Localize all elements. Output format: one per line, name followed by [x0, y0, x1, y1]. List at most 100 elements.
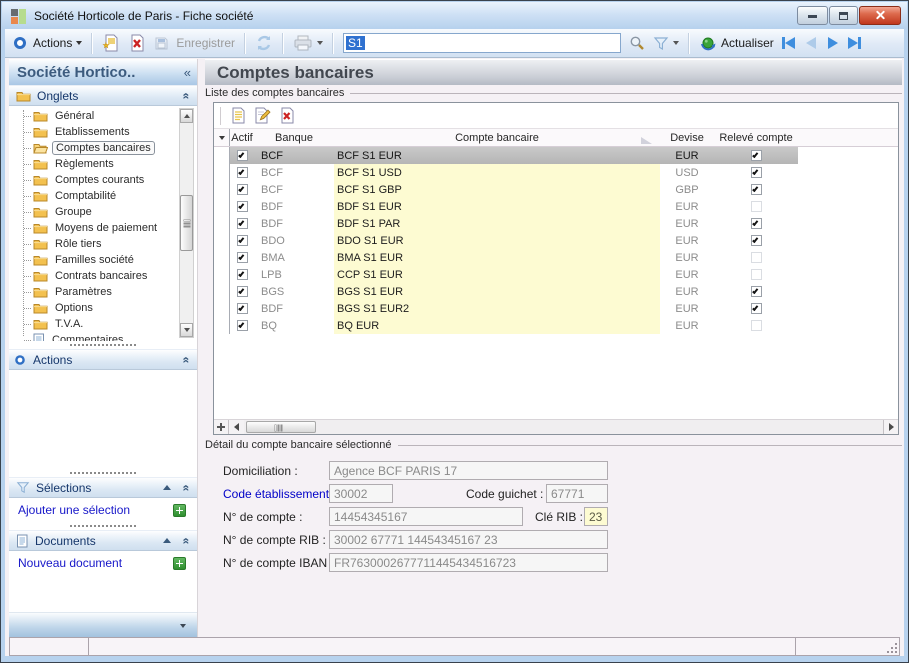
save-button[interactable]: Enregistrer: [150, 32, 239, 54]
grid-edit-button[interactable]: [254, 107, 271, 124]
scroll-up-button[interactable]: [180, 109, 193, 123]
table-row[interactable]: BQBQ EUREUR: [214, 317, 898, 334]
table-row[interactable]: BDFBDF S1 PAREUR: [214, 215, 898, 232]
grid-new-button[interactable]: [230, 107, 246, 124]
scroll-thumb[interactable]: [180, 195, 193, 251]
domiciliation-field[interactable]: Agence BCF PARIS 17: [329, 461, 608, 480]
sidebar-item-commentaires[interactable]: Commentaires: [24, 332, 197, 341]
releve-checkbox[interactable]: [751, 218, 762, 229]
column-header-actif[interactable]: Actif: [230, 132, 254, 144]
row-indicator-header[interactable]: [214, 129, 230, 146]
releve-checkbox[interactable]: [751, 320, 762, 331]
close-button[interactable]: [859, 6, 901, 25]
sidebar-item-t-v-a-[interactable]: T.V.A.: [24, 316, 197, 332]
sidebar-footer-bar[interactable]: [9, 612, 197, 638]
panel-header-documents[interactable]: Documents «: [9, 530, 197, 551]
scroll-right-button[interactable]: [883, 420, 898, 434]
column-header-releve[interactable]: Relevé compte: [714, 132, 798, 144]
splitter-handle[interactable]: [9, 341, 197, 349]
sidebar-item-etablissements[interactable]: Etablissements: [24, 124, 197, 140]
grid-delete-button[interactable]: [279, 107, 295, 124]
sidebar-collapse-button[interactable]: «: [184, 65, 191, 80]
actualiser-button[interactable]: Actualiser: [695, 32, 778, 54]
rib-field[interactable]: 30002 67771 14454345167 23: [329, 530, 608, 549]
actif-checkbox[interactable]: [237, 252, 248, 263]
panel-header-actions[interactable]: Actions «: [9, 349, 197, 370]
table-row[interactable]: BDFBGS S1 EUR2EUR: [214, 300, 898, 317]
last-record-button[interactable]: [844, 33, 866, 53]
table-row[interactable]: BGSBGS S1 EUREUR: [214, 283, 898, 300]
sidebar-item-r-le-tiers[interactable]: Rôle tiers: [24, 236, 197, 252]
actif-checkbox[interactable]: [237, 320, 248, 331]
add-selection-plus-button[interactable]: [173, 504, 186, 517]
cle-rib-field[interactable]: 23: [584, 507, 608, 526]
splitter-handle[interactable]: [9, 522, 197, 530]
scroll-down-button[interactable]: [180, 323, 193, 337]
sidebar-item-contrats-bancaires[interactable]: Contrats bancaires: [24, 268, 197, 284]
releve-checkbox[interactable]: [751, 286, 762, 297]
releve-checkbox[interactable]: [751, 269, 762, 280]
new-document-plus-button[interactable]: [173, 557, 186, 570]
resize-grip[interactable]: [887, 643, 897, 653]
releve-checkbox[interactable]: [751, 184, 762, 195]
releve-checkbox[interactable]: [751, 303, 762, 314]
filter-button[interactable]: [649, 34, 683, 53]
horizontal-scrollbar[interactable]: [214, 419, 898, 434]
print-button[interactable]: [289, 32, 327, 54]
tree-scrollbar[interactable]: [179, 108, 194, 338]
table-row[interactable]: BCFBCF S1 GBPGBP: [214, 181, 898, 198]
table-row[interactable]: BCFBCF S1 USDUSD: [214, 164, 898, 181]
releve-checkbox[interactable]: [751, 150, 762, 161]
first-record-button[interactable]: [778, 33, 800, 53]
actif-checkbox[interactable]: [237, 235, 248, 246]
actif-checkbox[interactable]: [237, 269, 248, 280]
sidebar-item-groupe[interactable]: Groupe: [24, 204, 197, 220]
next-record-button[interactable]: [822, 33, 844, 53]
hscroll-thumb[interactable]: [246, 421, 316, 433]
actif-checkbox[interactable]: [237, 150, 248, 161]
sidebar-item-r-glements[interactable]: Règlements: [24, 156, 197, 172]
sidebar-item-comptabilit-[interactable]: Comptabilité: [24, 188, 197, 204]
code-guichet-field[interactable]: 67771: [546, 484, 608, 503]
actif-checkbox[interactable]: [237, 201, 248, 212]
new-record-button[interactable]: [98, 32, 124, 54]
collapse-panel-icon[interactable]: «: [180, 356, 194, 363]
table-row[interactable]: LPBCCP S1 EUREUR: [214, 266, 898, 283]
releve-checkbox[interactable]: [751, 252, 762, 263]
column-header-banque[interactable]: Banque: [254, 132, 334, 144]
sidebar-item-g-n-ral[interactable]: Général: [24, 108, 197, 124]
releve-checkbox[interactable]: [751, 167, 762, 178]
sidebar-item-param-tres[interactable]: Paramètres: [24, 284, 197, 300]
table-row[interactable]: BMABMA S1 EUREUR: [214, 249, 898, 266]
minimize-button[interactable]: [797, 6, 828, 25]
actif-checkbox[interactable]: [237, 286, 248, 297]
numero-compte-field[interactable]: 14454345167: [329, 507, 523, 526]
panel-up-icon[interactable]: [163, 485, 171, 490]
sidebar-item-moyens-de-paiement[interactable]: Moyens de paiement: [24, 220, 197, 236]
code-etablissement-field[interactable]: 30002: [329, 484, 393, 503]
previous-record-button[interactable]: [800, 33, 822, 53]
actif-checkbox[interactable]: [237, 184, 248, 195]
delete-record-button[interactable]: [124, 32, 150, 54]
iban-field[interactable]: FR7630002677711445434516723: [329, 553, 608, 572]
sidebar-item-comptes-courants[interactable]: Comptes courants: [24, 172, 197, 188]
column-header-compte[interactable]: Compte bancaire: [334, 132, 660, 144]
actif-checkbox[interactable]: [237, 218, 248, 229]
collapse-panel-icon[interactable]: «: [180, 537, 194, 544]
splitter-handle[interactable]: [9, 469, 197, 477]
sidebar-item-comptes-bancaires[interactable]: Comptes bancaires: [24, 140, 197, 156]
table-row[interactable]: BDFBDF S1 EUREUR: [214, 198, 898, 215]
actions-menu-button[interactable]: Actions: [29, 34, 86, 52]
collapse-panel-icon[interactable]: «: [180, 92, 194, 99]
collapse-panel-icon[interactable]: «: [180, 484, 194, 491]
actif-checkbox[interactable]: [237, 167, 248, 178]
scroll-left-button[interactable]: [229, 420, 244, 434]
add-selection-link[interactable]: Ajouter une sélection: [18, 503, 130, 517]
panel-header-selections[interactable]: Sélections «: [9, 477, 197, 498]
table-row[interactable]: BDOBDO S1 EUREUR: [214, 232, 898, 249]
refresh-button[interactable]: [251, 32, 277, 54]
sidebar-item-options[interactable]: Options: [24, 300, 197, 316]
panel-up-icon[interactable]: [163, 538, 171, 543]
maximize-button[interactable]: [829, 6, 858, 25]
table-row[interactable]: BCFBCF S1 EUREUR: [214, 147, 898, 164]
